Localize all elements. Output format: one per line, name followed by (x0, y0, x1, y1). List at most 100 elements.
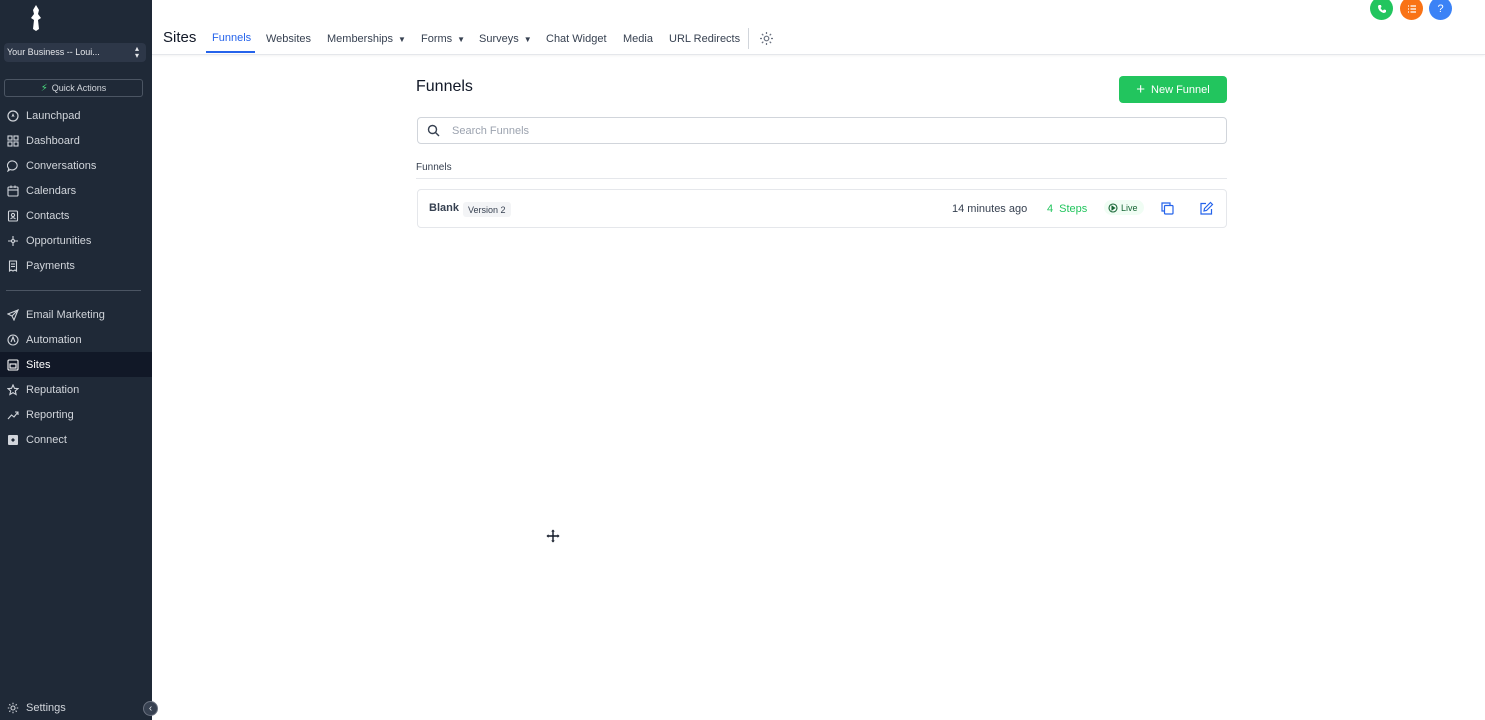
contacts-icon (6, 209, 20, 223)
star-icon (6, 383, 20, 397)
steps-label: Steps (1059, 203, 1088, 215)
receipt-icon (6, 259, 20, 273)
send-icon (6, 308, 20, 322)
sidebar-item-label: Email Marketing (26, 308, 105, 321)
tab-media[interactable]: Media (623, 33, 653, 45)
steps-count: 4 Steps (1047, 203, 1087, 215)
help-icon: ? (1437, 2, 1444, 15)
sidebar-item-label: Opportunities (26, 234, 92, 247)
new-funnel-button[interactable]: + New Funnel (1119, 76, 1227, 103)
tab-label: Forms (421, 33, 453, 45)
funnel-row[interactable]: Blank Version 2 14 minutes ago 4 Steps Li… (417, 189, 1227, 228)
filter-icon (6, 234, 20, 248)
search-input[interactable] (452, 122, 1212, 140)
sidebar-item-settings[interactable]: Settings (0, 695, 152, 720)
logo-icon[interactable] (26, 4, 46, 32)
tab-label: Memberships (327, 33, 394, 45)
copy-icon[interactable] (1160, 201, 1175, 216)
tab-separator (748, 28, 749, 49)
sidebar-item-reporting[interactable]: Reporting (0, 402, 152, 427)
search-icon (427, 124, 440, 137)
tab-websites[interactable]: Websites (266, 33, 311, 45)
chevron-down-icon: ▼ (457, 34, 466, 44)
tab-forms[interactable]: Forms ▼ (421, 33, 465, 45)
trend-icon (6, 408, 20, 422)
sidebar-divider (6, 290, 141, 291)
sites-icon (6, 358, 20, 372)
sidebar-item-label: Launchpad (26, 109, 81, 122)
sidebar-item-dashboard[interactable]: Dashboard (0, 128, 152, 153)
app-root: Your Business -- Loui... ▴ ▾ ⚡ Quick Acti… (0, 0, 1485, 720)
top-nav: Sites Funnels Websites Memberships ▼ For… (152, 0, 1485, 55)
sidebar-item-launchpad[interactable]: Launchpad (0, 103, 152, 128)
collapse-sidebar-button[interactable]: ‹ (143, 701, 158, 716)
help-button[interactable]: ? (1429, 0, 1452, 20)
sidebar-item-connect[interactable]: Connect (0, 427, 152, 452)
sidebar-item-label: Payments (26, 259, 75, 272)
tab-label: Funnels (212, 32, 252, 44)
phone-button[interactable] (1370, 0, 1393, 20)
sidebar-item-label: Reputation (26, 383, 80, 396)
rocket-icon (6, 109, 20, 123)
chevron-down-icon: ▼ (523, 34, 532, 44)
funnel-name[interactable]: Blank (429, 202, 459, 214)
dashboard-icon (6, 134, 20, 148)
sidebar-item-sites[interactable]: Sites (0, 352, 152, 377)
tab-surveys[interactable]: Surveys ▼ (479, 33, 532, 45)
updated-time: 14 minutes ago (952, 203, 1028, 215)
sidebar-item-opportunities[interactable]: Opportunities (0, 228, 152, 253)
chevron-down-icon: ▼ (398, 34, 406, 44)
business-switcher[interactable]: Your Business -- Loui... ▴ ▾ (4, 43, 146, 62)
status-badge: Live (1104, 200, 1144, 215)
edit-icon[interactable] (1199, 201, 1214, 216)
steps-number: 4 (1047, 203, 1054, 215)
section-divider (416, 178, 1227, 179)
sidebar-item-calendars[interactable]: Calendars (0, 178, 152, 203)
sidebar-item-label: Calendars (26, 184, 77, 197)
search-box (417, 117, 1227, 144)
page-section-title: Sites (163, 29, 197, 46)
tab-url-redirects[interactable]: URL Redirects (669, 33, 740, 45)
list-section-label: Funnels (416, 162, 452, 173)
tab-funnels[interactable]: Funnels (212, 32, 251, 44)
sidebar-item-label: Automation (26, 333, 82, 346)
business-name: Your Business -- Loui... (7, 47, 100, 57)
sidebar-item-contacts[interactable]: Contacts (0, 203, 152, 228)
quick-actions-label: Quick Actions (51, 83, 107, 93)
version-badge: Version 2 (463, 202, 511, 217)
settings-gear-icon (6, 701, 20, 715)
tab-label: Chat Widget (546, 33, 607, 45)
new-funnel-label: New Funnel (1151, 83, 1210, 96)
move-cursor-icon (546, 529, 560, 543)
sidebar-item-label: Reporting (26, 408, 74, 421)
sidebar-item-automation[interactable]: Automation (0, 327, 152, 352)
chevron-left-icon: ‹ (148, 703, 153, 714)
tab-label: URL Redirects (669, 33, 741, 45)
page-title: Funnels (416, 78, 473, 95)
live-status-icon (1108, 202, 1118, 213)
sidebar-item-conversations[interactable]: Conversations (0, 153, 152, 178)
automation-icon (6, 333, 20, 347)
sidebar-item-label: Contacts (26, 209, 70, 222)
sidebar-item-email-marketing[interactable]: Email Marketing (0, 302, 152, 327)
gear-icon[interactable] (759, 31, 774, 46)
sidebar-item-reputation[interactable]: Reputation (0, 377, 152, 402)
sidebar-item-label: Sites (26, 358, 51, 371)
sidebar-item-label: Conversations (26, 159, 97, 172)
bolt-icon: ⚡ (40, 82, 48, 94)
sidebar-item-label: Connect (26, 433, 67, 446)
quick-actions-button[interactable]: ⚡ Quick Actions (4, 79, 143, 97)
tab-chat-widget[interactable]: Chat Widget (546, 33, 607, 45)
active-tab-indicator (206, 51, 255, 53)
notifications-button[interactable] (1400, 0, 1423, 20)
sidebar-item-payments[interactable]: Payments (0, 253, 152, 278)
switcher-arrows-icon: ▴ ▾ (134, 44, 139, 60)
tab-label: Surveys (479, 33, 519, 45)
phone-icon (1377, 4, 1386, 13)
sidebar-item-label: Settings (26, 701, 66, 714)
calendar-icon (6, 184, 20, 198)
status-label: Live (1121, 202, 1138, 213)
plus-icon: + (1136, 80, 1146, 98)
list-icon (1407, 4, 1416, 13)
tab-memberships[interactable]: Memberships ▼ (327, 33, 406, 45)
